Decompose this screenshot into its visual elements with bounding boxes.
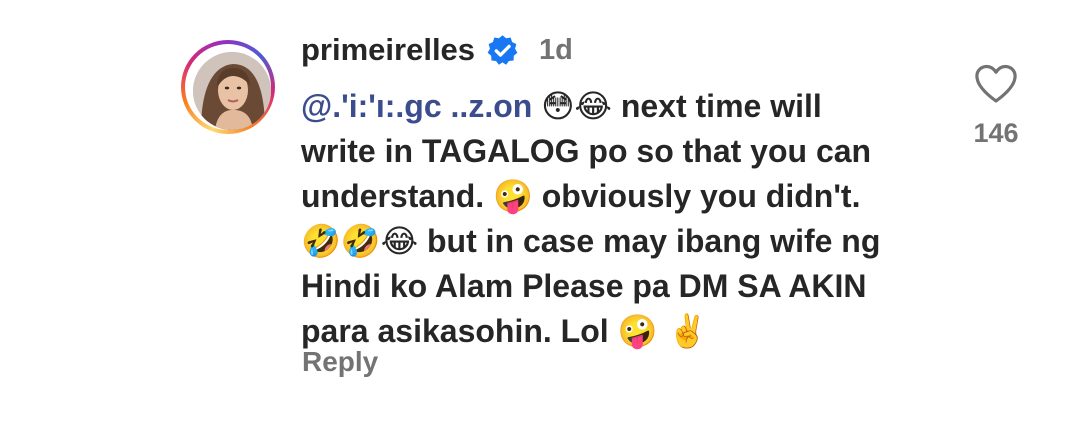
emoji: 🤪 ✌️ — [617, 312, 708, 350]
emoji: 🤣🤣😂 — [301, 222, 419, 260]
line-text: understand. — [301, 178, 494, 214]
comment-line: understand. 🤪 obviously you didn't. — [301, 174, 941, 219]
comment-line: write in TAGALOG po so that you can — [301, 129, 941, 174]
verified-badge-icon — [486, 34, 519, 67]
line-text: para asikasohin. Lol — [301, 313, 618, 349]
like-count: 146 — [973, 118, 1019, 148]
line-text: Hindi ko Alam Please pa DM SA AKIN — [301, 268, 867, 304]
heart-outline-icon[interactable] — [974, 64, 1018, 104]
avatar-gap — [185, 44, 271, 130]
like-group: 146 — [962, 64, 1030, 149]
emoji: 😳😂 — [541, 87, 612, 125]
reply-button[interactable]: Reply — [302, 346, 378, 378]
comment-timestamp: 1d — [539, 33, 573, 66]
mention-link[interactable]: @.'i:'ı:.gc ..z.on — [301, 88, 532, 124]
avatar-story-ring[interactable] — [181, 40, 275, 134]
line-text: write in TAGALOG po so that you can — [301, 133, 872, 169]
comment: primeirelles 1d @.'i:'ı:.gc ..z.on 😳😂 ne… — [0, 0, 1080, 421]
username[interactable]: primeirelles — [301, 32, 475, 68]
comment-text: @.'i:'ı:.gc ..z.on 😳😂 next time will wri… — [301, 84, 941, 354]
line-text: obviously you didn't. — [532, 178, 861, 214]
line-text: but in case may ibang wife ng — [418, 223, 881, 259]
comment-line: Hindi ko Alam Please pa DM SA AKIN — [301, 264, 941, 309]
avatar[interactable] — [193, 52, 271, 130]
comment-line: @.'i:'ı:.gc ..z.on 😳😂 next time will — [301, 84, 941, 129]
comment-line: 🤣🤣😂 but in case may ibang wife ng — [301, 219, 941, 264]
comment-header: primeirelles 1d — [301, 30, 573, 70]
comment-line: para asikasohin. Lol 🤪 ✌️ — [301, 309, 941, 354]
avatar-image — [193, 52, 271, 130]
line-text: next time will — [611, 88, 822, 124]
emoji: 🤪 — [493, 177, 533, 215]
